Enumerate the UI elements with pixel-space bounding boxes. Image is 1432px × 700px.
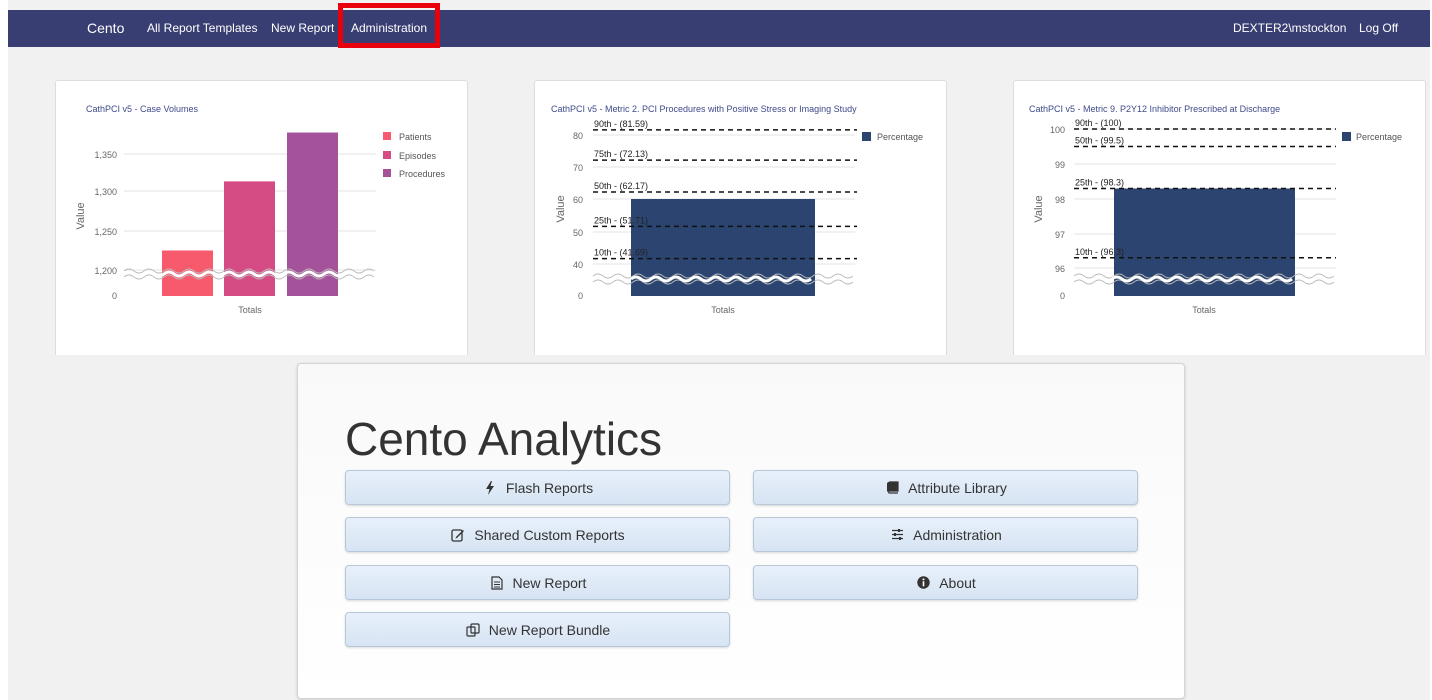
metric-9-chart: CathPCI v5 - Metric 9. P2Y12 Inhibitor P… — [1029, 104, 1402, 315]
benchmark-label: 10th - (96.3) — [1075, 247, 1124, 257]
benchmark-label: 75th - (72.13) — [594, 149, 648, 159]
y-tick-label: 98 — [1055, 195, 1065, 205]
case-volumes-chart: CathPCI v5 - Case Volumes Value 1,350 1,… — [75, 104, 446, 315]
x-axis-label: Totals — [1192, 305, 1216, 315]
chart-title: CathPCI v5 - Case Volumes — [86, 104, 199, 114]
book-icon — [884, 480, 900, 496]
y-tick-label: 1,300 — [94, 187, 117, 197]
y-tick-label: 1,200 — [94, 266, 117, 276]
nav-logoff[interactable]: Log Off — [1359, 10, 1398, 47]
about-button[interactable]: About — [753, 565, 1138, 600]
y-tick-label: 80 — [573, 131, 583, 141]
y-tick-label: 96 — [1055, 264, 1065, 274]
y-tick-label: 50 — [573, 228, 583, 238]
legend-episodes[interactable]: Episodes — [399, 151, 437, 161]
page: Cento All Report Templates New Report Ad… — [8, 0, 1430, 700]
chart-card-case-volumes: CathPCI v5 - Case Volumes Value 1,350 1,… — [55, 80, 468, 355]
copy-icon — [465, 622, 481, 638]
nav-user[interactable]: DEXTER2\mstockton — [1233, 10, 1346, 47]
new-report-bundle-button[interactable]: New Report Bundle — [345, 612, 730, 647]
legend-procedures[interactable]: Procedures — [399, 169, 446, 179]
legend-percentage[interactable]: Percentage — [1356, 132, 1402, 142]
benchmark-label: 90th - (81.59) — [594, 119, 648, 129]
legend-percentage[interactable]: Percentage — [877, 132, 923, 142]
benchmark-label: 25th - (98.3) — [1075, 178, 1124, 188]
chart-title: CathPCI v5 - Metric 2. PCI Procedures wi… — [551, 104, 857, 114]
y-tick-label: 1,250 — [94, 227, 117, 237]
bar-episodes[interactable] — [224, 181, 275, 296]
legend-swatch-percentage — [1342, 132, 1351, 141]
chart-title: CathPCI v5 - Metric 9. P2Y12 Inhibitor P… — [1029, 104, 1280, 114]
y-tick-label: 0 — [578, 291, 583, 301]
info-icon — [915, 575, 931, 591]
y-tick-label: 40 — [573, 260, 583, 270]
y-tick-label: 0 — [112, 291, 117, 301]
legend-swatch-percentage — [862, 132, 871, 141]
benchmark-label: 50th - (62.17) — [594, 181, 648, 191]
y-tick-label: 100 — [1050, 125, 1065, 135]
nav-new-report[interactable]: New Report — [271, 10, 334, 47]
y-tick-label: 1,350 — [94, 150, 117, 160]
legend-swatch-episodes — [383, 151, 391, 159]
chart-card-metric-9: CathPCI v5 - Metric 9. P2Y12 Inhibitor P… — [1013, 80, 1426, 355]
new-report-label: New Report — [512, 574, 587, 591]
flash-reports-label: Flash Reports — [505, 479, 594, 496]
legend-swatch-patients — [383, 132, 391, 140]
chart-card-metric-2: CathPCI v5 - Metric 2. PCI Procedures wi… — [534, 80, 947, 355]
sliders-icon — [889, 527, 905, 543]
y-tick-label: 70 — [573, 163, 583, 173]
legend-swatch-procedures — [383, 169, 391, 177]
metric-2-chart: CathPCI v5 - Metric 2. PCI Procedures wi… — [551, 104, 923, 315]
y-tick-label: 97 — [1055, 230, 1065, 240]
y-tick-label: 60 — [573, 195, 583, 205]
nav-all-report-templates[interactable]: All Report Templates — [147, 10, 258, 47]
benchmark-label: 50th - (99.5) — [1075, 136, 1124, 146]
edit-icon — [450, 527, 466, 543]
y-axis-label: Value — [75, 202, 87, 229]
new-report-bundle-label: New Report Bundle — [488, 621, 611, 638]
flash-icon — [482, 480, 498, 496]
cento-analytics-panel: Cento Analytics Flash Reports Shared Cus… — [297, 363, 1185, 699]
attribute-library-button[interactable]: Attribute Library — [753, 470, 1138, 505]
administration-button[interactable]: Administration — [753, 517, 1138, 552]
about-label: About — [939, 574, 976, 591]
x-axis-label: Totals — [238, 305, 262, 315]
shared-custom-reports-label: Shared Custom Reports — [474, 526, 625, 543]
flash-reports-button[interactable]: Flash Reports — [345, 470, 730, 505]
nav-brand[interactable]: Cento — [87, 10, 124, 47]
shared-custom-reports-button[interactable]: Shared Custom Reports — [345, 517, 730, 552]
y-axis-label: Value — [555, 195, 567, 222]
benchmark-label: 25th - (51.71) — [594, 215, 648, 225]
benchmark-label: 90th - (100) — [1075, 118, 1122, 128]
page-title: Cento Analytics — [345, 413, 663, 465]
x-axis-label: Totals — [711, 305, 735, 315]
top-navbar: Cento All Report Templates New Report Ad… — [8, 10, 1430, 47]
nav-administration[interactable]: Administration — [351, 10, 427, 47]
attribute-library-label: Attribute Library — [908, 479, 1007, 496]
y-tick-label: 0 — [1060, 291, 1065, 301]
benchmark-label: 10th - (41.69) — [594, 248, 648, 258]
document-icon — [489, 575, 505, 591]
legend-patients[interactable]: Patients — [399, 132, 432, 142]
new-report-button[interactable]: New Report — [345, 565, 730, 600]
y-axis-label: Value — [1033, 195, 1045, 222]
y-tick-label: 99 — [1055, 160, 1065, 170]
administration-label: Administration — [913, 526, 1002, 543]
